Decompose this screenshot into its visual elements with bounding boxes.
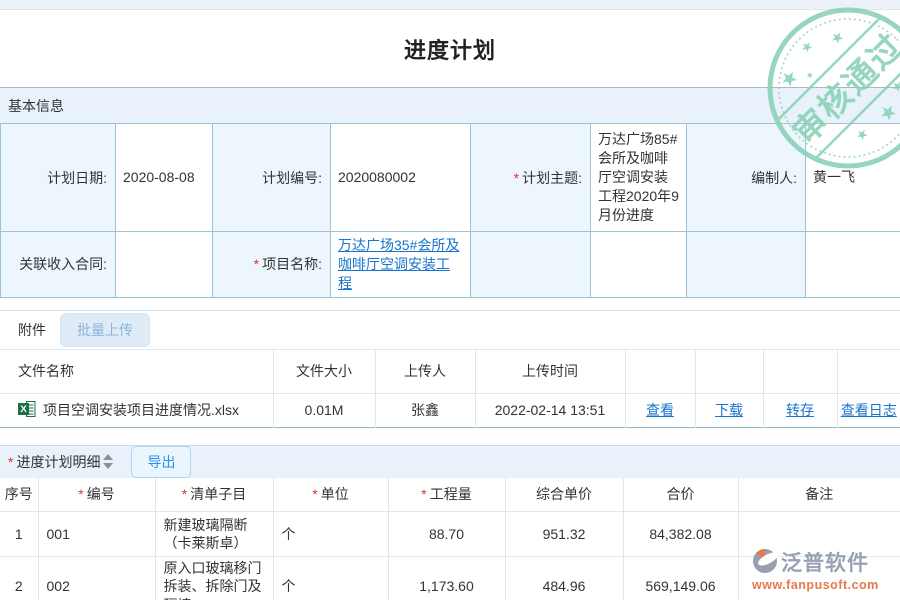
cell-remark [738, 557, 900, 600]
cell-unit-price: 484.96 [505, 557, 623, 600]
cell-seq: 1 [0, 512, 38, 557]
col-seq: 序号 [0, 478, 38, 512]
project-name-label: *项目名称: [213, 232, 331, 298]
excel-file-icon: X [18, 400, 36, 421]
col-item: *清单子目 [155, 478, 273, 512]
required-asterisk: * [254, 256, 259, 272]
detail-header-row: 序号 *编号 *清单子目 *单位 *工程量 综合单价 合价 备注 [0, 478, 900, 512]
basic-info-header-label: 基本信息 [8, 96, 64, 116]
detail-section-header: * 进度计划明细 导出 [0, 445, 900, 478]
col-remark: 备注 [738, 478, 900, 512]
col-upload-time: 上传时间 [475, 349, 625, 393]
attachments-section: 附件 批量上传 文件名称 文件大小 上传人 上传时间 [0, 310, 900, 428]
cell-unit-price: 951.32 [505, 512, 623, 557]
plan-number-label: 计划编号: [213, 124, 331, 232]
plan-date-label: 计划日期: [1, 124, 116, 232]
project-name-link[interactable]: 万达广场35#会所及咖啡厅空调安装工程 [338, 237, 459, 291]
plan-subject-label: *计划主题: [471, 124, 591, 232]
required-asterisk: * [8, 454, 13, 470]
top-strip [0, 0, 900, 10]
creator-label: 编制人: [687, 124, 806, 232]
cell-seq: 2 [0, 557, 38, 600]
col-file-size: 文件大小 [273, 349, 375, 393]
attachment-row: X 项目空调安装项目进度情况.xlsx 0.01M 张鑫 2022-02-14 … [0, 393, 900, 427]
cell-quantity: 88.70 [388, 512, 505, 557]
detail-row: 1 001 新建玻璃隔断（卡莱斯卓） 个 88.70 951.32 84,382… [0, 512, 900, 557]
page-title: 进度计划 [404, 33, 496, 65]
col-code: *编号 [38, 478, 155, 512]
file-uploader: 张鑫 [375, 393, 475, 427]
file-download-link[interactable]: 下载 [715, 402, 743, 418]
export-button[interactable]: 导出 [131, 446, 191, 478]
cell-unit: 个 [273, 512, 388, 557]
empty-value-cell [806, 232, 900, 298]
col-uploader: 上传人 [375, 349, 475, 393]
col-action [763, 349, 837, 393]
related-income-contract-value [116, 232, 213, 298]
required-asterisk: * [514, 170, 519, 186]
file-transfer-link[interactable]: 转存 [786, 402, 814, 418]
col-total: 合价 [623, 478, 738, 512]
file-view-link[interactable]: 查看 [646, 402, 674, 418]
related-income-contract-label: 关联收入合同: [1, 232, 116, 298]
progress-plan-page: 进度计划 基本信息 计划日期: 2020-08-08 计划编号: 2020080… [0, 0, 900, 600]
cell-item: 原入口玻璃移门拆装、拆除门及隔墙 [155, 557, 273, 600]
batch-upload-button[interactable]: 批量上传 [60, 313, 150, 347]
col-action [695, 349, 763, 393]
col-unit-price: 综合单价 [505, 478, 623, 512]
cell-total: 84,382.08 [623, 512, 738, 557]
cell-total: 569,149.06 [623, 557, 738, 600]
file-view-log-link[interactable]: 查看日志 [841, 402, 897, 418]
detail-header-label: 进度计划明细 [16, 452, 100, 472]
cell-code: 001 [38, 512, 155, 557]
attachments-bar: 附件 批量上传 [0, 311, 900, 349]
plan-date-value: 2020-08-08 [116, 124, 213, 232]
title-row: 进度计划 [0, 10, 900, 87]
basic-info-table: 计划日期: 2020-08-08 计划编号: 2020080002 *计划主题:… [0, 123, 900, 298]
plan-number-value: 2020080002 [331, 124, 471, 232]
empty-value-cell [591, 232, 687, 298]
creator-value: 黄一飞 [806, 124, 900, 232]
file-upload-time: 2022-02-14 13:51 [475, 393, 625, 427]
svg-text:X: X [20, 404, 27, 415]
attachments-header-row: 文件名称 文件大小 上传人 上传时间 [0, 349, 900, 393]
empty-label-cell [687, 232, 806, 298]
col-action [837, 349, 900, 393]
col-unit: *单位 [273, 478, 388, 512]
cell-unit: 个 [273, 557, 388, 600]
col-quantity: *工程量 [388, 478, 505, 512]
cell-quantity: 1,173.60 [388, 557, 505, 600]
plan-subject-value: 万达广场85#会所及咖啡厅空调安装工程2020年9月份进度 [591, 124, 687, 232]
empty-label-cell [471, 232, 591, 298]
cell-item: 新建玻璃隔断（卡莱斯卓） [155, 512, 273, 557]
col-file-name: 文件名称 [0, 349, 273, 393]
detail-row: 2 002 原入口玻璃移门拆装、拆除门及隔墙 个 1,173.60 484.96… [0, 557, 900, 600]
file-name: 项目空调安装项目进度情况.xlsx [43, 400, 239, 420]
col-action [625, 349, 695, 393]
cell-remark [738, 512, 900, 557]
cell-code: 002 [38, 557, 155, 600]
basic-info-section-header: 基本信息 [0, 87, 900, 123]
attachments-table: 文件名称 文件大小 上传人 上传时间 [0, 349, 900, 428]
file-name-cell: X 项目空调安装项目进度情况.xlsx [0, 393, 273, 427]
sort-icon[interactable] [103, 454, 113, 469]
attachments-label: 附件 [18, 320, 46, 340]
detail-table: 序号 *编号 *清单子目 *单位 *工程量 综合单价 合价 备注 1 001 新… [0, 478, 900, 600]
file-size: 0.01M [273, 393, 375, 427]
project-name-cell: 万达广场35#会所及咖啡厅空调安装工程 [331, 232, 471, 298]
